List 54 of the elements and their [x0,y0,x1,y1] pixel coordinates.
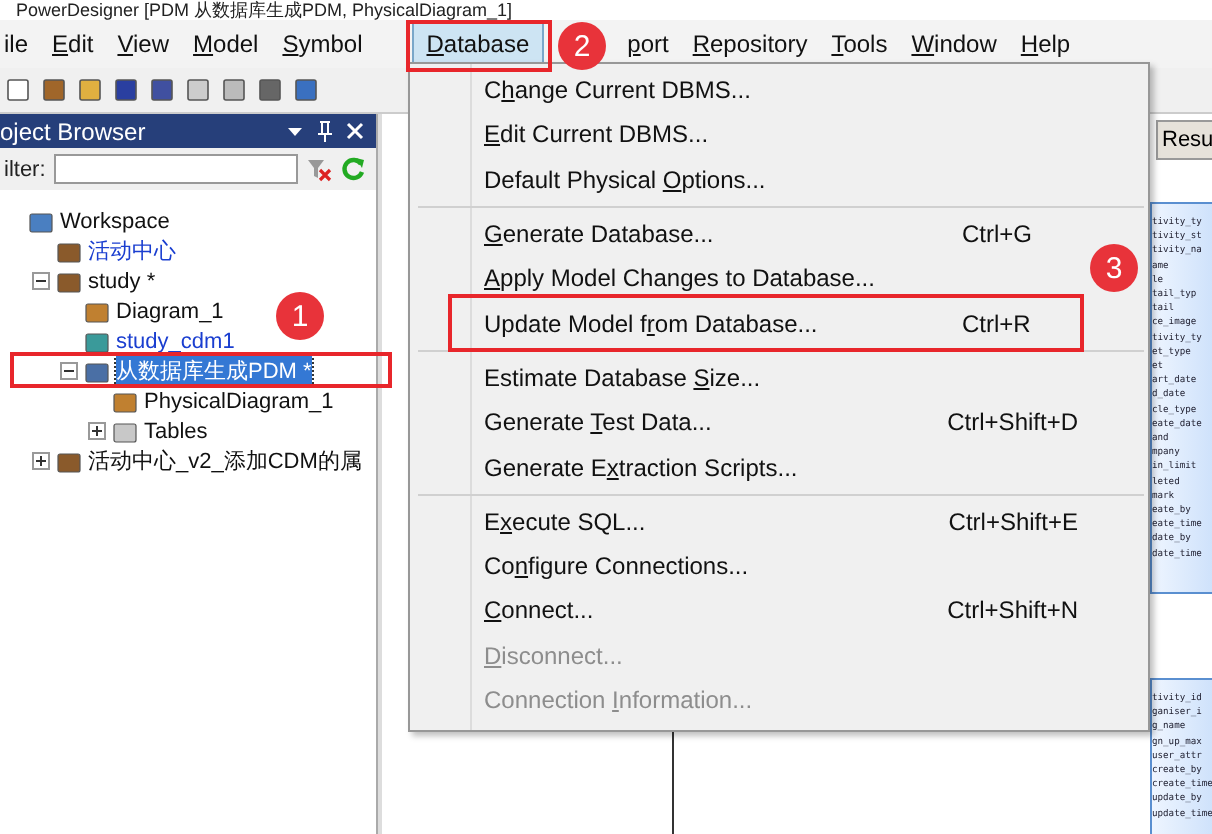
filter-field[interactable] [53,154,298,184]
tree-toggle-icon[interactable] [60,362,78,380]
result-tab[interactable]: Resu [1156,120,1212,160]
menu-item[interactable]: Apply Model Changes to Database... [454,256,1078,301]
filter-label: ilter: [4,157,46,181]
menu-item[interactable]: Repository [680,24,820,64]
tree-item[interactable]: PhysicalDiagram_1 [144,389,334,413]
menu-item[interactable]: Configure Connections... [454,543,1078,589]
menu-item[interactable]: Model [181,24,271,64]
toolbar-icon[interactable] [184,76,212,104]
toolbar-icon[interactable] [4,76,32,104]
menu-item[interactable]: Connect... Ctrl+Shift+N [454,588,1078,634]
menu-item[interactable]: Execute SQL... Ctrl+Shift+E [454,499,1078,544]
tree-toggle-icon[interactable] [32,452,50,470]
menu-item[interactable]: Update Model from Database... Ctrl+R [454,300,1078,346]
tree-item[interactable]: 活动中心 [88,236,176,266]
menu-item[interactable]: Symbol [270,24,375,64]
menu-item[interactable]: Window [899,24,1009,64]
menu-item[interactable]: Edit Current DBMS... [454,112,1078,158]
tree-item[interactable]: Workspace [60,209,170,233]
tree-item[interactable]: 活动中心_v2_添加CDM的属 [88,446,362,476]
menu-item[interactable]: ile [0,24,41,64]
toolbar-icon[interactable] [76,76,104,104]
toolbar-icon[interactable] [292,76,320,104]
toolbar-icon[interactable] [112,76,140,104]
tree-item[interactable]: 从数据库生成PDM * [116,356,312,386]
menu-item[interactable]: Estimate Database Size... [454,355,1078,401]
toolbar-icon[interactable] [40,76,68,104]
menu-item[interactable]: Help [1008,24,1083,64]
toolbar-icon[interactable] [256,76,284,104]
clear-filter-icon[interactable] [305,156,332,182]
window-title: PowerDesigner [PDM 从数据库生成PDM, PhysicalDiagram_1] [16,0,513,20]
toolbar-icon[interactable] [148,76,176,104]
close-icon[interactable] [346,122,364,140]
tree-toggle-icon[interactable] [32,272,50,290]
menu-item[interactable]: Edit [40,24,106,64]
menu-item[interactable]: Default Physical Options... [454,157,1078,202]
tree-item[interactable]: Tables [144,419,208,443]
refresh-icon[interactable] [339,156,366,182]
tree-item[interactable]: Diagram_1 [116,299,224,323]
panel-title: oject Browser [0,117,148,145]
tree-item[interactable]: study * [88,269,156,293]
dropdown-icon[interactable] [286,122,304,140]
menu-item[interactable]: Tools [819,24,900,64]
pin-icon[interactable] [316,120,334,142]
tree-toggle-icon[interactable] [88,422,106,440]
menu-item[interactable]: Generate Test Data... Ctrl+Shift+D [454,400,1078,445]
menu-item[interactable]: port [615,24,681,64]
menu-item[interactable]: Change Current DBMS... [454,68,1078,113]
menu-item[interactable]: Generate Database... Ctrl+G [454,211,1078,257]
toolbar-icon[interactable] [220,76,248,104]
menu-item[interactable]: View [105,24,182,64]
tree-item[interactable]: study_cdm1 [116,329,235,353]
menu-item[interactable]: Generate Extraction Scripts... [454,444,1078,490]
